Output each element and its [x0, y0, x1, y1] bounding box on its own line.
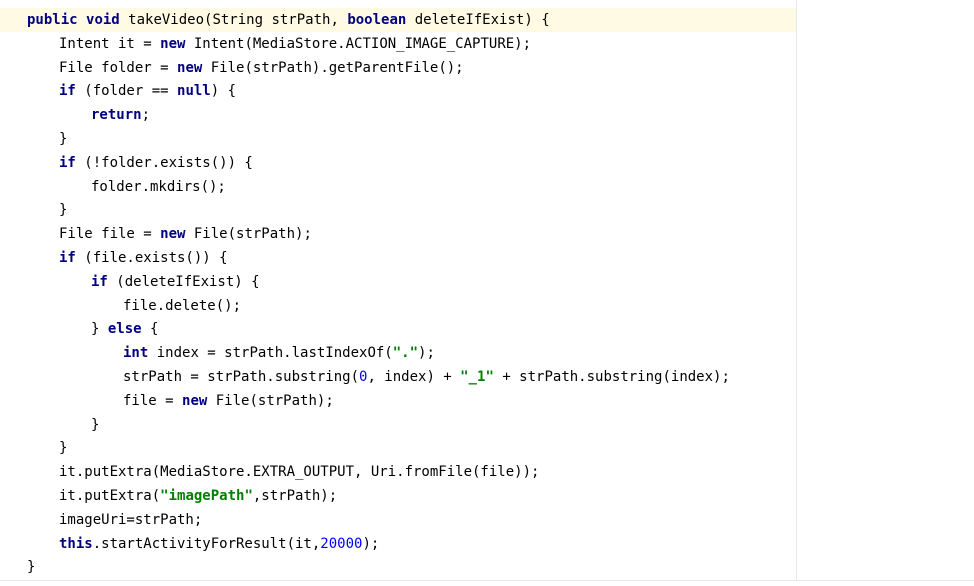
code-token: .startActivityForResult(it,: [92, 535, 321, 552]
keyword-token: int: [123, 345, 149, 362]
code-token: File folder =: [59, 59, 178, 76]
code-line[interactable]: }: [27, 556, 730, 580]
code-token: }: [59, 202, 68, 219]
string-token: ".": [392, 345, 419, 362]
code-line[interactable]: }: [27, 437, 730, 461]
code-token: file =: [123, 392, 183, 409]
code-token: ,strPath);: [252, 487, 338, 504]
keyword-token: new: [160, 226, 186, 243]
string-token: "_1": [460, 368, 494, 385]
keyword-token: new: [160, 35, 186, 52]
code-line[interactable]: if (deleteIfExist) {: [27, 271, 730, 295]
keyword-token: null: [177, 83, 211, 100]
code-token: (file.exists()) {: [75, 249, 228, 266]
code-token: ) {: [210, 83, 237, 100]
code-line[interactable]: if (folder == null) {: [27, 80, 730, 104]
code-line[interactable]: } else {: [27, 318, 730, 342]
string-token: "imagePath": [160, 487, 253, 504]
keyword-token: if: [59, 249, 76, 266]
code-line[interactable]: imageUri=strPath;: [27, 509, 730, 533]
code-token: it.putExtra(: [59, 487, 161, 504]
code-token: folder.mkdirs();: [91, 178, 226, 195]
code-token: }: [59, 440, 68, 457]
keyword-token: if: [91, 273, 108, 290]
code-line[interactable]: }: [27, 414, 730, 438]
code-line[interactable]: public void takeVideo(String strPath, bo…: [27, 9, 730, 33]
code-token: deleteIfExist) {: [406, 12, 550, 28]
code-token: );: [418, 345, 435, 362]
code-line[interactable]: }: [27, 199, 730, 223]
code-token: file.delete();: [123, 297, 242, 314]
keyword-token: new: [182, 392, 208, 409]
code-token: (deleteIfExist) {: [107, 273, 260, 290]
code-token: , index) +: [367, 368, 461, 385]
keyword-token: return: [91, 107, 142, 124]
code-line[interactable]: if (!folder.exists()) {: [27, 152, 730, 176]
code-token: File file =: [59, 226, 161, 243]
editor-bottom-edge: [0, 580, 974, 586]
code-token: ;: [141, 107, 151, 124]
keyword-token: void: [86, 12, 120, 28]
number-token: 20000: [320, 535, 363, 552]
code-line[interactable]: int index = strPath.lastIndexOf(".");: [27, 342, 730, 366]
code-line[interactable]: }: [27, 128, 730, 152]
code-line[interactable]: if (file.exists()) {: [27, 247, 730, 271]
code-area[interactable]: public void takeVideo(String strPath, bo…: [27, 9, 730, 580]
keyword-token: if: [59, 154, 76, 171]
code-line[interactable]: File file = new File(strPath);: [27, 223, 730, 247]
code-token: strPath = strPath.substring(: [123, 368, 360, 385]
code-token: File(strPath);: [185, 226, 312, 243]
code-token: {: [141, 321, 159, 338]
code-token: }: [59, 130, 68, 147]
code-token: File(strPath);: [207, 392, 334, 409]
code-line[interactable]: File folder = new File(strPath).getParen…: [27, 57, 730, 81]
code-line[interactable]: Intent it = new Intent(MediaStore.ACTION…: [27, 33, 730, 57]
code-token: it.putExtra(MediaStore.EXTRA_OUTPUT, Uri…: [59, 464, 540, 481]
code-line[interactable]: strPath = strPath.substring(0, index) + …: [27, 366, 730, 390]
keyword-token: public: [27, 12, 78, 28]
code-token: + strPath.substring(index);: [493, 368, 730, 385]
code-token: Intent it =: [59, 35, 161, 52]
keyword-token: else: [107, 321, 142, 338]
keyword-token: boolean: [347, 12, 407, 28]
code-token: imageUri=strPath;: [59, 511, 203, 528]
code-token: takeVideo(String strPath,: [119, 12, 348, 28]
code-token: }: [91, 321, 108, 338]
keyword-token: new: [177, 59, 203, 76]
code-line[interactable]: return;: [27, 104, 730, 128]
code-token: }: [91, 416, 100, 433]
code-editor[interactable]: public void takeVideo(String strPath, bo…: [0, 0, 974, 586]
right-margin-guide: [796, 0, 797, 585]
code-line[interactable]: it.putExtra("imagePath",strPath);: [27, 485, 730, 509]
code-line[interactable]: it.putExtra(MediaStore.EXTRA_OUTPUT, Uri…: [27, 461, 730, 485]
code-line[interactable]: folder.mkdirs();: [27, 176, 730, 200]
code-line[interactable]: this.startActivityForResult(it,20000);: [27, 533, 730, 557]
keyword-token: if: [59, 83, 76, 100]
code-token: index = strPath.lastIndexOf(: [148, 345, 393, 362]
code-token: }: [27, 559, 36, 576]
code-token: Intent(MediaStore.ACTION_IMAGE_CAPTURE);: [185, 35, 532, 52]
keyword-token: this: [59, 535, 93, 552]
code-token: );: [362, 535, 380, 552]
code-line[interactable]: file.delete();: [27, 295, 730, 319]
code-token: (!folder.exists()) {: [75, 154, 253, 171]
code-token: File(strPath).getParentFile();: [202, 59, 464, 76]
code-token: (folder ==: [75, 83, 178, 100]
code-line[interactable]: file = new File(strPath);: [27, 390, 730, 414]
